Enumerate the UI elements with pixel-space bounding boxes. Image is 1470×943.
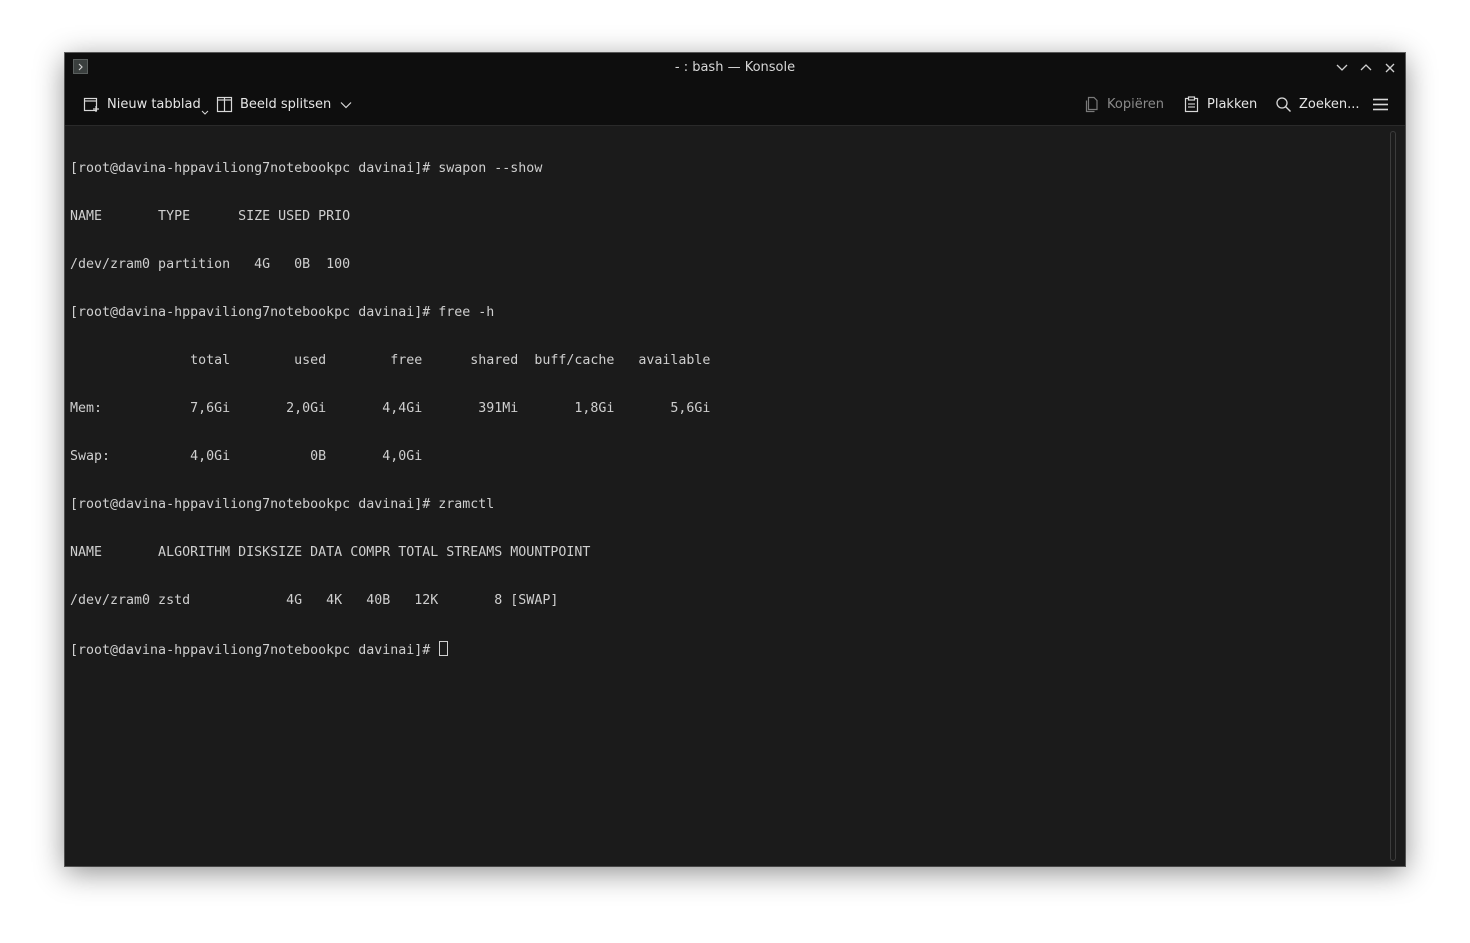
search-icon bbox=[1276, 97, 1291, 112]
split-view-icon bbox=[216, 96, 233, 113]
terminal-line: /dev/zram0 zstd 4G 4K 40B 12K 8 [SWAP] bbox=[70, 593, 559, 608]
close-icon bbox=[1385, 63, 1395, 73]
terminal-line: NAME TYPE SIZE USED PRIO bbox=[70, 209, 351, 224]
terminal-prompt-line: [root@davina-hppaviliong7notebookpc davi… bbox=[70, 641, 710, 658]
terminal-line: NAME ALGORITHM DISKSIZE DATA COMPR TOTAL… bbox=[70, 545, 591, 560]
hamburger-menu-icon bbox=[1373, 98, 1388, 111]
split-view-button[interactable]: Beeld splitsen bbox=[216, 83, 352, 126]
terminal-line: /dev/zram0 partition 4G 0B 100 bbox=[70, 257, 351, 272]
maximize-button[interactable] bbox=[1358, 60, 1374, 76]
minimize-button[interactable] bbox=[1334, 60, 1350, 76]
split-view-label: Beeld splitsen bbox=[240, 97, 332, 112]
title-bar[interactable]: - : bash — Konsole bbox=[65, 53, 1405, 83]
copy-icon bbox=[1085, 96, 1098, 113]
chevron-down-icon bbox=[340, 101, 352, 108]
chevron-down-icon bbox=[1336, 64, 1348, 71]
terminal-line: Mem: 7,6Gi 2,0Gi 4,4Gi 391Mi 1,8Gi 5,6Gi bbox=[70, 401, 711, 416]
terminal-line: Swap: 4,0Gi 0B 4,0Gi bbox=[70, 449, 423, 464]
close-button[interactable] bbox=[1382, 60, 1398, 76]
paste-label: Plakken bbox=[1207, 97, 1258, 112]
chevron-down-icon bbox=[201, 110, 209, 115]
terminal-line: [root@davina-hppaviliong7notebookpc davi… bbox=[70, 497, 495, 512]
paste-icon bbox=[1184, 96, 1199, 113]
new-tab-label: Nieuw tabblad bbox=[107, 97, 201, 112]
search-label: Zoeken... bbox=[1299, 97, 1360, 112]
terminal-line: total used free shared buff/cache availa… bbox=[70, 353, 711, 368]
window-title: - : bash — Konsole bbox=[674, 60, 796, 75]
chevron-up-icon bbox=[1360, 64, 1372, 71]
copy-label: Kopiëren bbox=[1107, 97, 1164, 112]
hamburger-menu-button[interactable] bbox=[1372, 83, 1389, 126]
text-cursor bbox=[439, 641, 449, 656]
prompt-text: [root@davina-hppaviliong7notebookpc davi… bbox=[70, 643, 439, 658]
paste-button[interactable]: Plakken bbox=[1183, 83, 1257, 126]
terminal-lines: [root@davina-hppaviliong7notebookpc davi… bbox=[70, 129, 710, 689]
terminal-line: [root@davina-hppaviliong7notebookpc davi… bbox=[70, 161, 543, 176]
terminal-output[interactable]: [root@davina-hppaviliong7notebookpc davi… bbox=[65, 126, 1383, 866]
scrollbar[interactable] bbox=[1383, 126, 1405, 866]
konsole-window: - : bash — Konsole Nieuw tabblad Beeld s… bbox=[65, 53, 1405, 866]
new-tab-button[interactable]: Nieuw tabblad bbox=[83, 83, 209, 126]
copy-button[interactable]: Kopiëren bbox=[1083, 83, 1164, 126]
search-button[interactable]: Zoeken... bbox=[1275, 83, 1360, 126]
new-tab-icon bbox=[83, 97, 99, 112]
terminal-line: [root@davina-hppaviliong7notebookpc davi… bbox=[70, 305, 495, 320]
scrollbar-track[interactable] bbox=[1390, 131, 1396, 861]
toolbar: Nieuw tabblad Beeld splitsen Kopiëren Pl… bbox=[65, 83, 1405, 126]
